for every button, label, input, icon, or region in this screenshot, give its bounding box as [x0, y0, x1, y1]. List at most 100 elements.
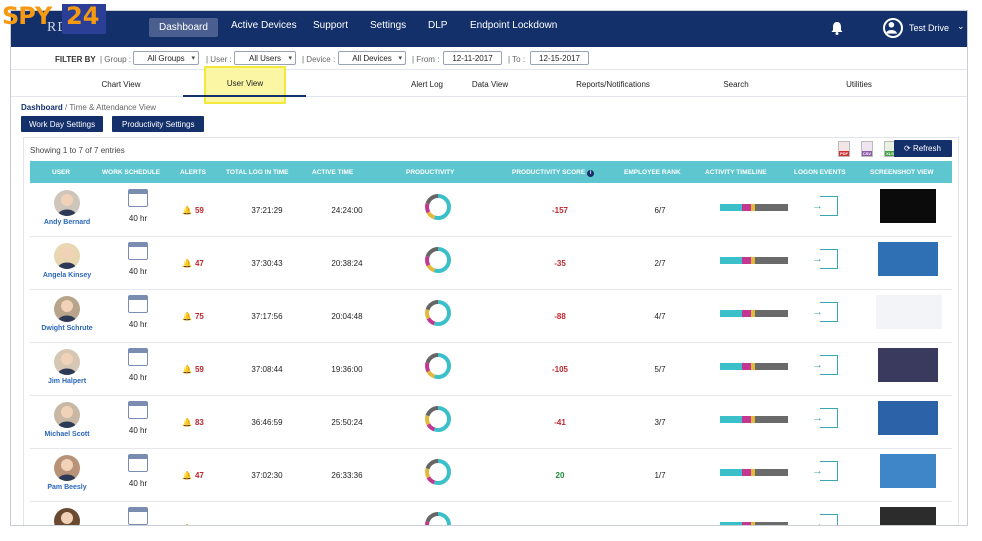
- avatar[interactable]: [54, 243, 80, 269]
- alerts-count[interactable]: 🔔47: [182, 471, 218, 480]
- activity-timeline-bar[interactable]: [720, 522, 788, 525]
- calendar-icon[interactable]: [128, 401, 148, 419]
- calendar-icon[interactable]: [128, 507, 148, 525]
- logon-events-icon[interactable]: [820, 249, 838, 269]
- device-select[interactable]: All Devices ▾: [338, 51, 406, 65]
- nav-active-devices[interactable]: Active Devices: [227, 20, 301, 31]
- screenshot-thumbnail[interactable]: [880, 507, 936, 525]
- table-row[interactable]: 🔔4737:31:1317:55:12-1697/7→: [30, 502, 952, 526]
- tab-reports-notifications[interactable]: Reports/Notifications: [552, 80, 674, 89]
- productivity-donut-chart[interactable]: [423, 351, 453, 381]
- user-name-link[interactable]: Andy Bernard: [30, 219, 104, 226]
- table-row[interactable]: Jim Halpert 40 hr 🔔 59 37:08:44 19:36:00 -105 5…: [30, 343, 952, 396]
- col-screenshot-view[interactable]: SCREENSHOT VIEW: [870, 169, 934, 176]
- logon-events-icon[interactable]: [820, 196, 838, 216]
- export-csv-icon[interactable]: CSV: [861, 141, 873, 157]
- avatar[interactable]: [54, 508, 80, 525]
- work-day-settings-button[interactable]: Work Day Settings: [21, 116, 104, 132]
- user-name-link[interactable]: Jim Halpert: [30, 378, 104, 385]
- from-date-input[interactable]: 12-11-2017: [443, 51, 502, 65]
- activity-timeline-bar[interactable]: [720, 416, 788, 423]
- user-name-link[interactable]: Dwight Schrute: [30, 325, 104, 332]
- nav-dlp[interactable]: DLP: [424, 20, 451, 31]
- col-work-schedule[interactable]: WORK SCHEDULE: [102, 169, 160, 176]
- tab-data-view[interactable]: Data View: [429, 80, 551, 89]
- chevron-down-icon[interactable]: ⌄: [957, 21, 965, 32]
- activity-timeline-bar[interactable]: [720, 204, 788, 211]
- activity-timeline-bar[interactable]: [720, 363, 788, 370]
- user-name-link[interactable]: Pam Beesly: [30, 484, 104, 491]
- logon-events-icon[interactable]: [820, 302, 838, 322]
- productivity-donut-chart[interactable]: [423, 457, 453, 487]
- col-productivity[interactable]: PRODUCTIVITY: [406, 169, 454, 176]
- productivity-settings-button[interactable]: Productivity Settings: [112, 116, 205, 132]
- activity-timeline-bar[interactable]: [720, 257, 788, 264]
- calendar-icon[interactable]: [128, 242, 148, 260]
- productivity-donut-chart[interactable]: [423, 404, 453, 434]
- col-employee-rank[interactable]: EMPLOYEE RANK: [624, 169, 681, 176]
- avatar[interactable]: [54, 190, 80, 216]
- to-date-input[interactable]: 12-15-2017: [530, 51, 589, 65]
- notification-bell-icon[interactable]: [829, 20, 845, 36]
- alerts-count[interactable]: 🔔47: [182, 259, 218, 268]
- calendar-icon[interactable]: [128, 189, 148, 207]
- table-row[interactable]: Andy Bernard 40 hr 🔔 59 37:21:29 24:24:00 -157…: [30, 184, 952, 237]
- info-icon[interactable]: i: [587, 170, 595, 177]
- productivity-donut-chart[interactable]: [423, 245, 453, 275]
- refresh-button[interactable]: ⟳ Refresh: [894, 140, 952, 157]
- user-avatar-icon[interactable]: [883, 18, 903, 38]
- user-name-link[interactable]: Angela Kinsey: [30, 272, 104, 279]
- logon-events-icon[interactable]: [820, 408, 838, 428]
- tab-search[interactable]: Search: [675, 80, 797, 89]
- activity-timeline-bar[interactable]: [720, 469, 788, 476]
- calendar-icon[interactable]: [128, 454, 148, 472]
- screenshot-thumbnail[interactable]: [876, 295, 942, 329]
- calendar-icon[interactable]: [128, 348, 148, 366]
- logon-events-icon[interactable]: [820, 514, 838, 525]
- screenshot-thumbnail[interactable]: [878, 348, 938, 382]
- col-alerts[interactable]: ALERTS: [180, 169, 206, 176]
- tab-user-view[interactable]: User View: [204, 66, 286, 104]
- productivity-donut-chart[interactable]: [423, 510, 453, 526]
- screenshot-thumbnail[interactable]: [880, 454, 936, 488]
- col-logon-events[interactable]: LOGON EVENTS: [794, 169, 846, 176]
- col-active-time[interactable]: ACTIVE TIME: [312, 169, 353, 176]
- nav-dashboard[interactable]: Dashboard: [149, 18, 218, 37]
- user-select[interactable]: All Users ▾: [234, 51, 296, 65]
- nav-endpoint-lockdown[interactable]: Endpoint Lockdown: [466, 20, 561, 31]
- avatar[interactable]: [54, 349, 80, 375]
- table-row[interactable]: Michael Scott 40 hr 🔔 83 36:46:59 25:50:24 -41…: [30, 396, 952, 449]
- calendar-icon[interactable]: [128, 295, 148, 313]
- alerts-count[interactable]: 🔔 59: [182, 206, 218, 215]
- screenshot-thumbnail[interactable]: [878, 242, 938, 276]
- productivity-donut-chart[interactable]: [423, 298, 453, 328]
- col-total-login[interactable]: TOTAL LOG IN TIME: [226, 169, 288, 176]
- export-pdf-icon[interactable]: PDF: [838, 141, 850, 157]
- group-select[interactable]: All Groups ▾: [133, 51, 199, 65]
- tab-utilities[interactable]: Utilities: [798, 80, 920, 89]
- screenshot-thumbnail[interactable]: [880, 189, 936, 223]
- productivity-donut-chart[interactable]: [423, 192, 453, 222]
- nav-support[interactable]: Support: [309, 20, 352, 31]
- table-row[interactable]: Pam Beesly 40 hr 🔔 47 37:02:30 26:33:36 20 1/7 →: [30, 449, 952, 502]
- col-activity-timeline[interactable]: ACTIVITY TIMELINE: [705, 169, 767, 176]
- logon-events-icon[interactable]: [820, 461, 838, 481]
- breadcrumb-root[interactable]: Dashboard: [21, 103, 63, 112]
- tab-chart-view[interactable]: Chart View: [60, 80, 182, 89]
- user-name[interactable]: Test Drive: [909, 23, 949, 33]
- avatar[interactable]: [54, 455, 80, 481]
- alerts-count[interactable]: 🔔 59: [182, 365, 218, 374]
- activity-timeline-bar[interactable]: [720, 310, 788, 317]
- alerts-count[interactable]: 🔔47: [182, 524, 218, 525]
- alerts-count[interactable]: 🔔 83: [182, 418, 218, 427]
- logon-events-icon[interactable]: [820, 355, 838, 375]
- screenshot-thumbnail[interactable]: [878, 401, 938, 435]
- col-productivity-score[interactable]: PRODUCTIVITY SCORE i: [512, 169, 595, 177]
- nav-settings[interactable]: Settings: [366, 20, 410, 31]
- table-row[interactable]: Angela Kinsey 40 hr 🔔 47 37:30:43 20:38:24 -35…: [30, 237, 952, 290]
- user-name-link[interactable]: Michael Scott: [30, 431, 104, 438]
- alerts-count[interactable]: 🔔 75: [182, 312, 218, 321]
- col-user[interactable]: USER: [52, 169, 70, 176]
- table-row[interactable]: Dwight Schrute 40 hr 🔔 75 37:17:56 20:04:48 -8…: [30, 290, 952, 343]
- avatar[interactable]: [54, 402, 80, 428]
